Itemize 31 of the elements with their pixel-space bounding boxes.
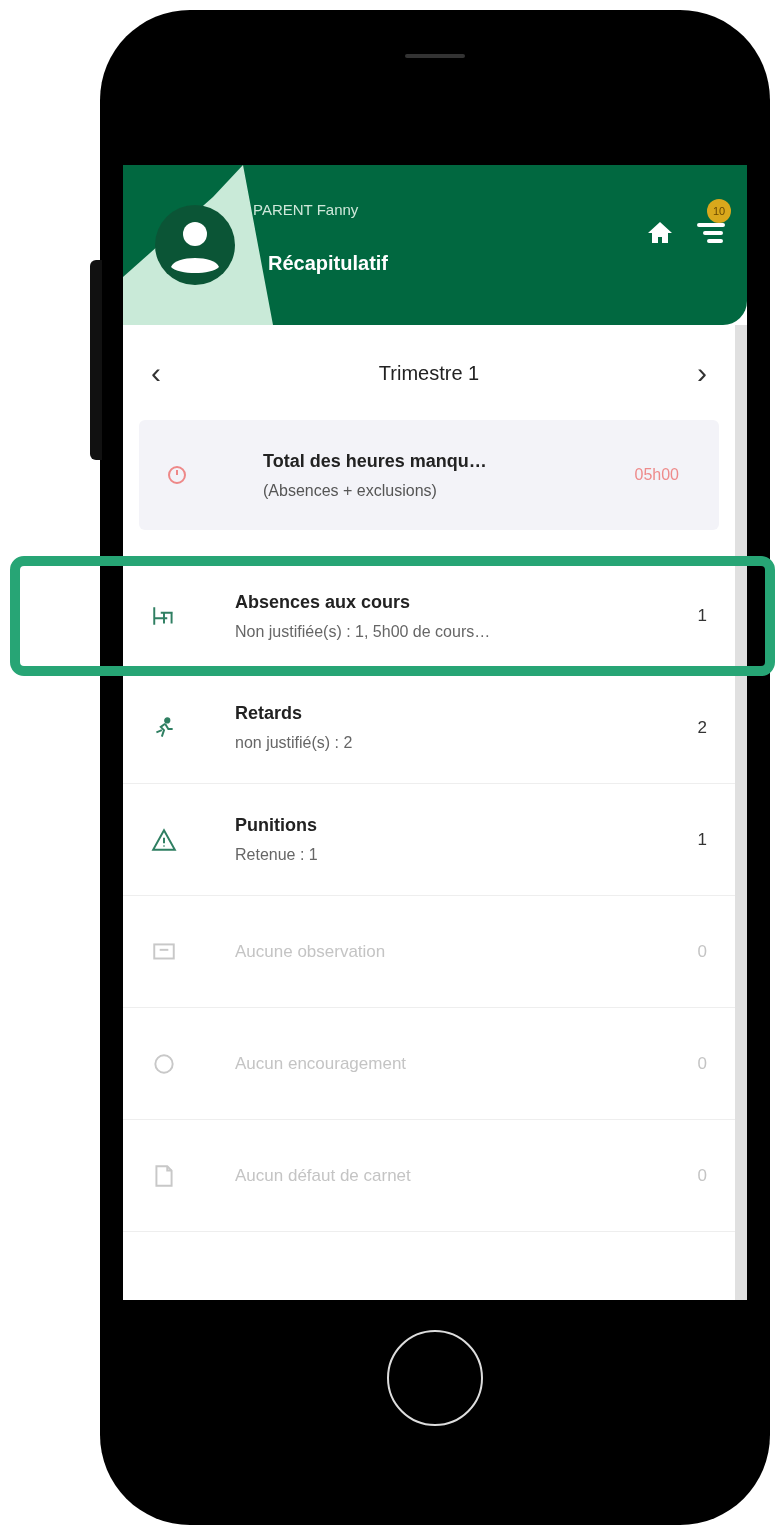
summary-subtitle: (Absences + exclusions)	[263, 480, 438, 501]
item-subtitle: Retenue : 1	[235, 845, 319, 865]
item-count: 1	[696, 828, 707, 851]
item-count: 2	[696, 716, 707, 739]
item-title: Aucune observation	[235, 940, 387, 963]
user-name: PARENT Fanny	[253, 200, 360, 220]
period-label: Trimestre 1	[378, 360, 480, 386]
summary-title: Total des heures manqu…	[263, 449, 488, 473]
item-subtitle: Non justifiée(s) : 1, 5h00 de cours…	[235, 621, 492, 642]
home-button[interactable]	[387, 1330, 483, 1426]
item-title: Punitions	[235, 814, 318, 837]
item-title: Aucun encouragement	[235, 1052, 408, 1075]
item-count: 0	[696, 1052, 707, 1075]
item-count: 1	[696, 605, 707, 628]
speaker-slot	[405, 54, 465, 58]
highlighted-row[interactable]: Absences aux cours Non justifiée(s) : 1, 5h00 de cours… 1	[10, 556, 775, 676]
item-title: Aucun défaut de carnet	[235, 1164, 412, 1187]
summary-value: 05h00	[634, 465, 679, 485]
item-title: Retards	[235, 702, 304, 725]
item-title: Absences aux cours	[235, 590, 412, 614]
item-count: 0	[696, 1164, 707, 1187]
avatar-icon	[153, 203, 237, 287]
home-icon[interactable]	[647, 220, 673, 244]
clock-icon	[167, 465, 187, 485]
warning-icon	[151, 826, 177, 853]
next-button[interactable]: ›	[697, 350, 707, 395]
page-title: Récapitulatif	[268, 250, 389, 276]
notification-badge: 10	[707, 199, 731, 223]
item-count: 0	[696, 940, 707, 963]
item-subtitle: non justifié(s) : 2	[235, 733, 354, 753]
previous-button[interactable]: ‹	[151, 350, 161, 395]
